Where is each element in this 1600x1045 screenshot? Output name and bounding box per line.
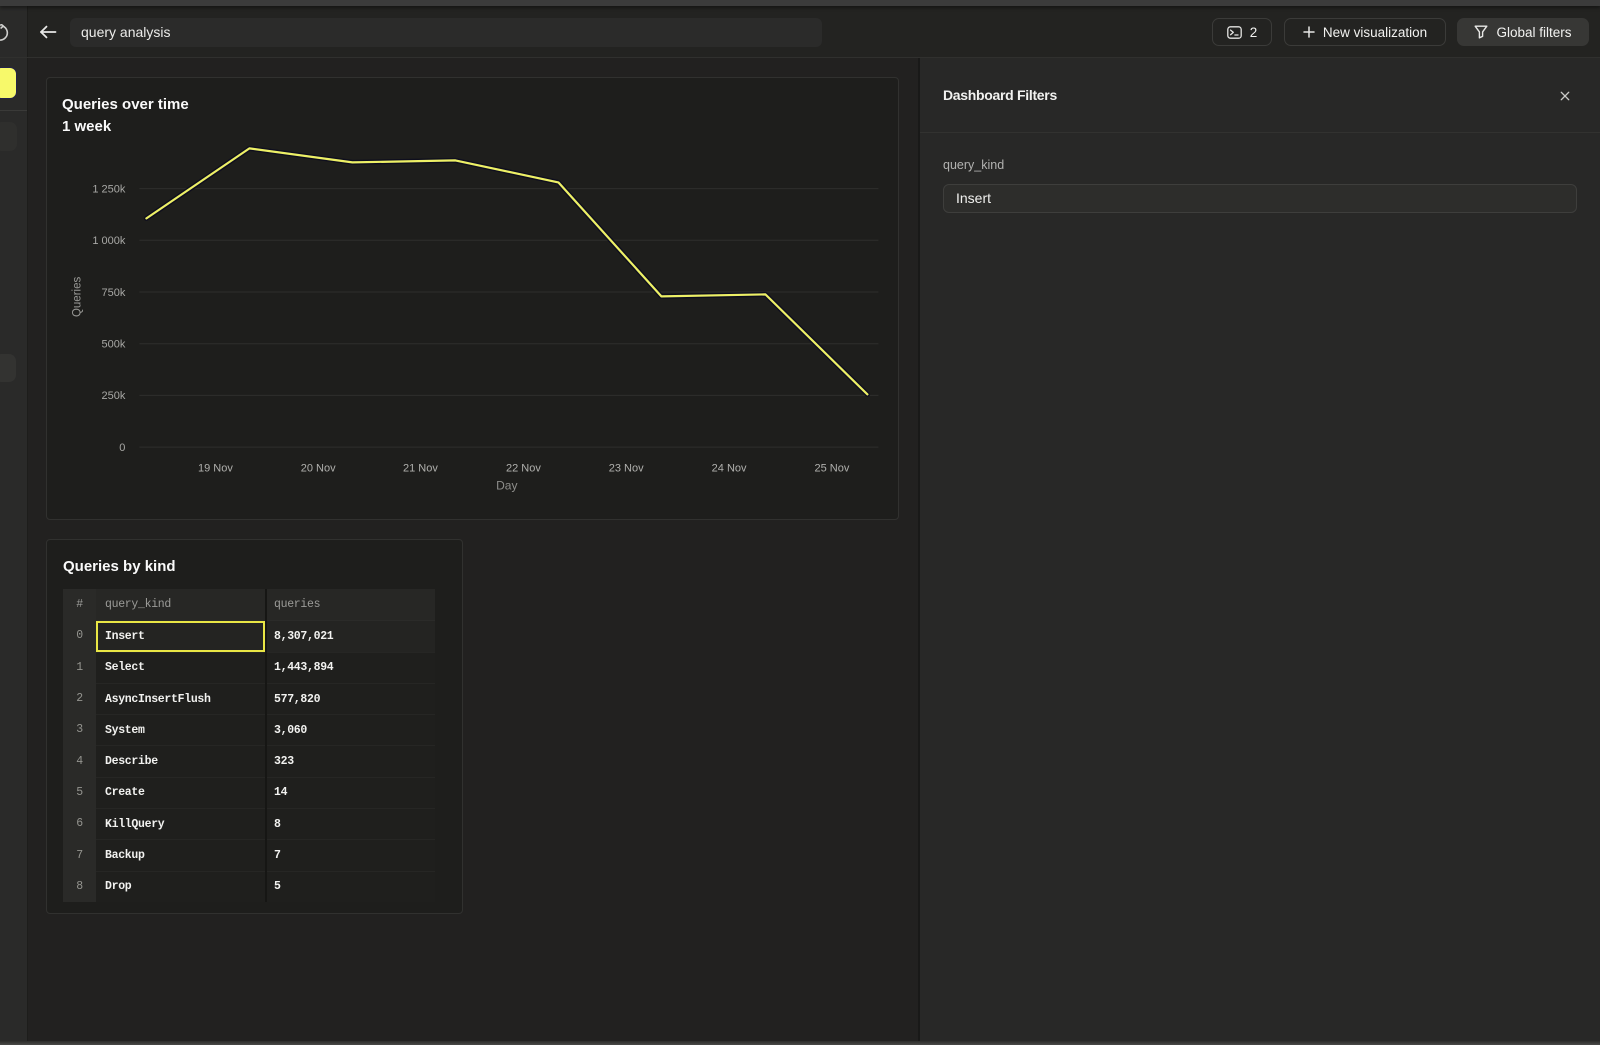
svg-text:19 Nov: 19 Nov [198,462,233,474]
svg-text:20 Nov: 20 Nov [301,462,336,474]
svg-text:21 Nov: 21 Nov [403,462,438,474]
svg-text:0: 0 [119,442,125,454]
svg-text:25 Nov: 25 Nov [814,462,849,474]
svg-text:Queries: Queries [71,277,83,318]
svg-text:750k: 750k [102,287,126,299]
svg-text:23 Nov: 23 Nov [609,462,644,474]
svg-text:22 Nov: 22 Nov [506,462,541,474]
svg-text:Day: Day [496,478,517,492]
svg-text:24 Nov: 24 Nov [712,462,747,474]
svg-text:500k: 500k [102,339,126,351]
svg-text:1 250k: 1 250k [92,183,126,195]
svg-text:1 000k: 1 000k [92,235,126,247]
svg-text:250k: 250k [102,390,126,402]
